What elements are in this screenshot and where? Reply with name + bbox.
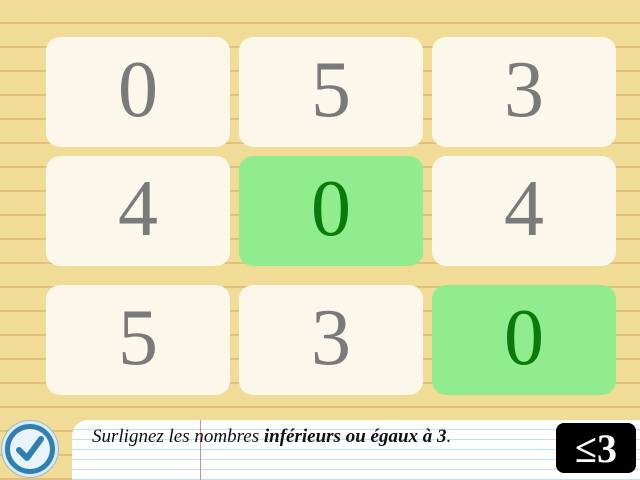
tile-r1-c2[interactable]: 5 bbox=[239, 37, 423, 147]
tile-digit: 0 bbox=[504, 294, 544, 382]
tile-r1-c1[interactable]: 0 bbox=[46, 37, 230, 147]
tile-digit: 4 bbox=[504, 165, 544, 253]
tile-r2-c1[interactable]: 4 bbox=[46, 156, 230, 266]
tile-digit: 3 bbox=[311, 294, 351, 382]
instruction-suffix: . bbox=[446, 426, 452, 447]
tile-digit: 3 bbox=[504, 46, 544, 134]
tile-r2-c2[interactable]: 0 bbox=[239, 156, 423, 266]
tile-digit: 5 bbox=[311, 46, 351, 134]
checkmark-icon bbox=[10, 429, 50, 469]
instruction-emphasis: inférieurs ou égaux à 3 bbox=[263, 426, 447, 447]
tile-digit: 0 bbox=[311, 165, 351, 253]
tile-r3-c1[interactable]: 5 bbox=[46, 285, 230, 395]
tile-digit: 5 bbox=[118, 294, 158, 382]
tile-digit: 4 bbox=[118, 165, 158, 253]
tile-digit: 0 bbox=[118, 46, 158, 134]
number-grid: 0 5 3 4 0 4 5 3 0 bbox=[0, 0, 640, 420]
tile-r3-c2[interactable]: 3 bbox=[239, 285, 423, 395]
tile-r2-c3[interactable]: 4 bbox=[432, 156, 616, 266]
rule-badge: ≤3 bbox=[556, 423, 636, 473]
instruction-prefix: Surlignez les nombres bbox=[92, 426, 264, 447]
tile-r3-c3[interactable]: 0 bbox=[432, 285, 616, 395]
instruction-bar: Surlignez les nombres inférieurs ou égau… bbox=[72, 420, 640, 480]
instruction-text: Surlignez les nombres inférieurs ou égau… bbox=[92, 426, 451, 448]
tile-r1-c3[interactable]: 3 bbox=[432, 37, 616, 147]
check-button[interactable] bbox=[2, 421, 58, 477]
